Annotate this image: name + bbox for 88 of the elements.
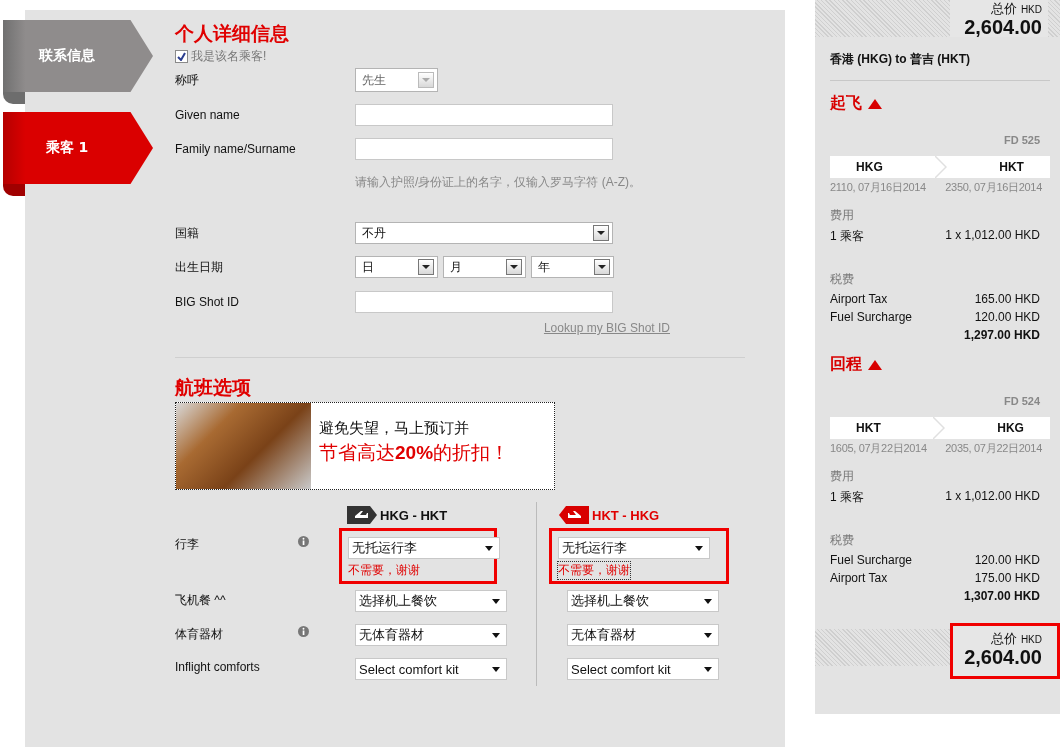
- subtotal-amount: 1,307.00 HKD: [962, 589, 1040, 603]
- ribbon-fold: [3, 92, 25, 104]
- arrival-time: 2035, 07月22日2014: [945, 441, 1042, 456]
- total-label: 总价: [990, 0, 1017, 18]
- text-input[interactable]: [355, 291, 613, 313]
- flight-number: FD 524: [1002, 395, 1040, 407]
- dropdown-arrow-icon: [704, 666, 712, 672]
- currency-label: HKD: [1020, 634, 1042, 645]
- date-dropdown[interactable]: 年: [531, 256, 614, 278]
- field-label: 称呼: [175, 71, 200, 89]
- option-label: 体育器材: [175, 626, 223, 643]
- option-dropdown[interactable]: 无体育器材: [567, 624, 719, 646]
- option-dropdown[interactable]: 无托运行李: [558, 537, 710, 559]
- section-title: 个人详细信息: [175, 21, 289, 46]
- leg-route: HKG - HKT: [380, 507, 448, 523]
- option-label: Inflight comforts: [175, 660, 260, 674]
- option-dropdown[interactable]: 无体育器材: [355, 624, 507, 646]
- route-title: 香港 (HKG) to 普吉 (HKT): [830, 51, 971, 68]
- fare-label: 1 乘客: [830, 228, 864, 245]
- segment-toggle[interactable]: 回程: [830, 354, 882, 375]
- fare-heading: 费用: [830, 468, 855, 485]
- dropdown-arrow-icon: [492, 632, 500, 638]
- text-input[interactable]: [355, 138, 613, 160]
- chevron-icon: [933, 417, 945, 439]
- dropdown-arrow-icon: [492, 598, 500, 604]
- option-dropdown[interactable]: 选择机上餐饮: [567, 590, 719, 612]
- dropdown-arrow-icon: [704, 632, 712, 638]
- nationality-dropdown[interactable]: 不丹: [355, 222, 613, 244]
- currency-label: HKD: [1020, 4, 1042, 15]
- tax-heading: 税费: [830, 271, 855, 288]
- field-label: BIG Shot ID: [175, 295, 241, 309]
- tax-label: Fuel Surcharge: [830, 310, 913, 324]
- option-label: 行李: [175, 536, 199, 553]
- tax-label: Fuel Surcharge: [830, 553, 913, 567]
- ribbon-fold: [3, 184, 25, 196]
- field-label: Family name/Surname: [175, 142, 297, 156]
- field-label: Given name: [175, 108, 241, 122]
- total-amount: 2,604.00: [963, 16, 1042, 38]
- tax-heading: 税费: [830, 532, 855, 549]
- checkbox[interactable]: [175, 49, 188, 63]
- dropdown-arrow-icon: [492, 666, 500, 672]
- checkmark-icon: [177, 51, 186, 61]
- section-title: 航班选项: [175, 375, 251, 400]
- subtotal-amount: 1,297.00 HKD: [962, 328, 1040, 342]
- hint-text: 请输入护照/身份证上的名字，仅输入罗马字符 (A-Z)。: [355, 174, 641, 191]
- field-label: 出生日期: [175, 258, 224, 276]
- departure-time: 2110, 07月16日2014: [830, 180, 926, 195]
- total-amount: 2,604.00: [963, 646, 1042, 668]
- flight-number: FD 525: [1002, 134, 1040, 146]
- field-label: 国籍: [175, 224, 200, 242]
- tax-amount: 165.00 HKD: [974, 292, 1040, 306]
- dropdown-arrow-icon: [485, 545, 493, 551]
- dropdown-arrow-icon: [695, 545, 703, 551]
- tax-amount: 175.00 HKD: [974, 571, 1040, 585]
- banner-text: 避免失望，马上预订并: [319, 419, 470, 438]
- option-dropdown[interactable]: 无托运行李: [348, 537, 500, 559]
- option-note[interactable]: 不需要，谢谢: [558, 562, 630, 579]
- dropdown-arrow-icon: [704, 598, 712, 604]
- option-dropdown[interactable]: Select comfort kit: [355, 658, 507, 680]
- option-label: 飞机餐 ^^: [175, 592, 226, 609]
- option-dropdown[interactable]: Select comfort kit: [567, 658, 719, 680]
- airport-code: HKT: [856, 421, 881, 435]
- airport-code: HKG: [997, 421, 1024, 435]
- segment-toggle[interactable]: 起飞: [830, 93, 882, 114]
- banner-headline: 节省高达20%的折扣！: [319, 441, 510, 465]
- arrival-time: 2350, 07月16日2014: [945, 180, 1042, 195]
- airport-code: HKT: [999, 160, 1024, 174]
- fare-amount: 1 x 1,012.00 HKD: [945, 489, 1040, 505]
- promo-banner[interactable]: 避免失望，马上预订并 节省高达20%的折扣！: [175, 402, 555, 490]
- tax-amount: 120.00 HKD: [974, 310, 1040, 324]
- fare-amount: 1 x 1,012.00 HKD: [945, 228, 1040, 244]
- option-dropdown[interactable]: 选择机上餐饮: [355, 590, 507, 612]
- departure-time: 1605, 07月22日2014: [830, 441, 927, 456]
- tax-label: Airport Tax: [830, 292, 888, 306]
- text-input[interactable]: [355, 104, 613, 126]
- option-note[interactable]: 不需要，谢谢: [348, 562, 420, 579]
- fare-heading: 费用: [830, 207, 855, 224]
- date-dropdown[interactable]: 日: [355, 256, 438, 278]
- tax-amount: 120.00 HKD: [974, 553, 1040, 567]
- checkbox-label: 我是该名乘客!: [191, 47, 267, 65]
- date-dropdown[interactable]: 月: [443, 256, 526, 278]
- leg-route: HKT - HKG: [592, 507, 660, 523]
- tax-label: Airport Tax: [830, 571, 888, 585]
- step-tab[interactable]: 乘客 1: [3, 112, 153, 184]
- chevron-icon: [935, 156, 947, 178]
- airport-code: HKG: [856, 160, 883, 174]
- total-label: 总价: [990, 630, 1017, 648]
- fare-label: 1 乘客: [830, 489, 864, 506]
